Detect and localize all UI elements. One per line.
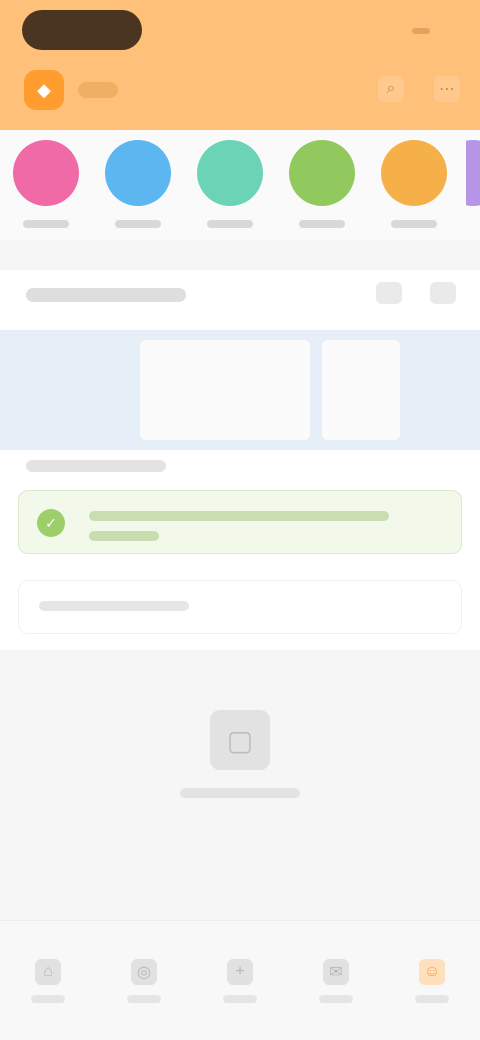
empty-text-placeholder: [180, 788, 300, 798]
category-item[interactable]: [104, 140, 172, 228]
card-tools: [376, 282, 456, 304]
compass-icon: ◎: [131, 958, 157, 985]
nav-label-placeholder: [31, 994, 65, 1003]
preview-box[interactable]: [140, 340, 310, 440]
nav-item-home[interactable]: ⌂: [18, 946, 78, 1016]
empty-box-icon: ▢: [210, 710, 270, 770]
brand-label-placeholder: [78, 82, 118, 98]
category-label-placeholder: [299, 220, 345, 228]
category-item[interactable]: [12, 140, 80, 228]
category-circle: [289, 140, 355, 206]
input-placeholder: [39, 601, 189, 611]
profile-icon: ☺: [419, 958, 445, 985]
empty-state: ▢: [0, 660, 480, 900]
card-title-placeholder: [26, 288, 186, 302]
more-icon[interactable]: ⋯: [434, 76, 460, 102]
nav-item-messages[interactable]: ✉: [306, 946, 366, 1016]
category-strip: [0, 130, 480, 240]
category-item[interactable]: [380, 140, 448, 228]
status-pill: [22, 10, 142, 50]
category-item-partial[interactable]: [466, 140, 480, 206]
nav-item-profile[interactable]: ☺: [402, 946, 462, 1016]
category-item[interactable]: [196, 140, 264, 228]
category-circle: [381, 140, 447, 206]
header-actions: ⌕ ⋯: [378, 76, 460, 102]
section-label-placeholder: [26, 460, 166, 472]
category-label-placeholder: [207, 220, 253, 228]
category-item[interactable]: [288, 140, 356, 228]
nav-item-explore[interactable]: ◎: [114, 946, 174, 1016]
chat-icon: ✉: [323, 958, 349, 985]
brand[interactable]: ◆: [24, 70, 118, 110]
home-icon: ⌂: [35, 958, 61, 985]
notice-banner[interactable]: ✓: [18, 490, 462, 554]
minus-icon[interactable]: [430, 282, 456, 304]
category-label-placeholder: [391, 220, 437, 228]
search-icon[interactable]: ⌕: [378, 76, 404, 102]
notice-text-placeholder: [89, 531, 159, 541]
category-label-placeholder: [115, 220, 161, 228]
notice-text-placeholder: [89, 511, 389, 521]
category-circle: [197, 140, 263, 206]
nav-label-placeholder: [127, 994, 161, 1003]
check-icon: ✓: [37, 509, 65, 537]
category-circle: [105, 140, 171, 206]
category-label-placeholder: [23, 220, 69, 228]
nav-label-placeholder: [415, 994, 449, 1003]
status-indicator: [412, 28, 430, 34]
app-logo-icon: ◆: [24, 70, 64, 110]
bottom-nav: ⌂ ◎ + ✉ ☺: [0, 920, 480, 1040]
category-circle: [13, 140, 79, 206]
app-header: ◆ ⌕ ⋯: [0, 0, 480, 130]
nav-item-add[interactable]: +: [210, 946, 270, 1016]
preview-box[interactable]: [322, 340, 400, 440]
category-circle: [466, 140, 480, 206]
input-field[interactable]: [18, 580, 462, 634]
nav-label-placeholder: [319, 994, 353, 1003]
grid-icon[interactable]: [376, 282, 402, 304]
add-icon: +: [227, 958, 253, 985]
main-card: ✓: [0, 270, 480, 650]
nav-label-placeholder: [223, 994, 257, 1003]
